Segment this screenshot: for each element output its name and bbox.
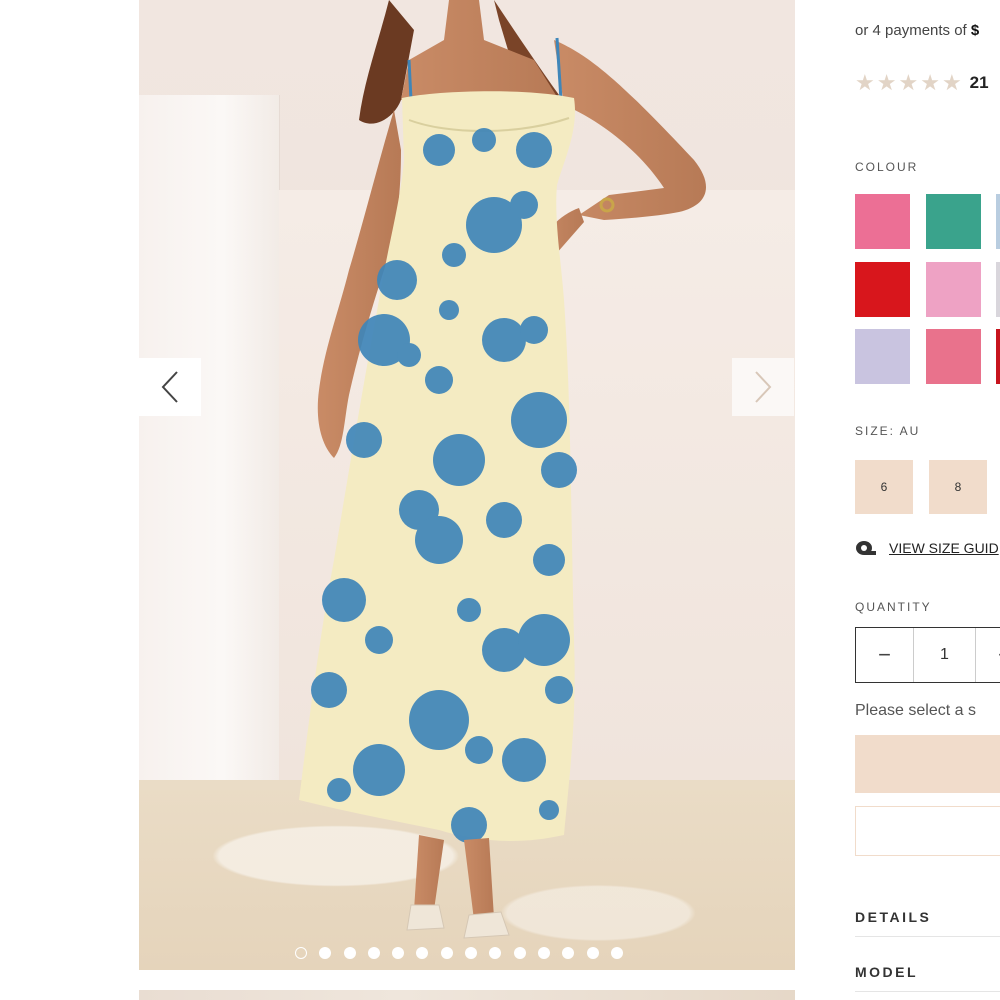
gallery-dot[interactable] <box>513 947 526 959</box>
gallery-dot[interactable] <box>319 947 332 959</box>
star-icon: ★ <box>941 70 962 95</box>
size-guide-link[interactable]: VIEW SIZE GUID <box>855 540 999 556</box>
swatch-pink-red-floral[interactable] <box>926 329 981 384</box>
colour-label: COLOUR <box>855 160 919 174</box>
quantity-increase-button[interactable]: + <box>976 628 1000 682</box>
swatch-red[interactable] <box>855 262 910 317</box>
quantity-stepper: − 1 + <box>855 627 1000 683</box>
star-icon: ★ <box>876 70 897 95</box>
details-accordion[interactable]: DETAILS <box>855 909 1000 925</box>
gallery-dot[interactable] <box>416 947 429 959</box>
quantity-input[interactable]: 1 <box>914 628 976 682</box>
gallery-dot[interactable] <box>343 947 356 959</box>
wishlist-button[interactable] <box>855 806 1000 856</box>
model-accordion[interactable]: MODEL <box>855 964 1000 980</box>
gallery-dot[interactable] <box>537 947 550 959</box>
size-label: SIZE: AU <box>855 424 921 438</box>
gallery-dot[interactable] <box>440 947 453 959</box>
gallery-dot[interactable] <box>465 947 478 959</box>
afterpay-text: or 4 payments of $ <box>855 22 979 39</box>
add-to-bag-button[interactable] <box>855 735 1000 793</box>
gallery-dot[interactable] <box>586 947 599 959</box>
product-image <box>299 0 706 939</box>
size-option-6[interactable]: 6 <box>855 460 913 514</box>
gallery-dot[interactable] <box>610 947 623 959</box>
gallery-dot[interactable] <box>562 947 575 959</box>
chevron-left-icon <box>161 371 178 403</box>
chevron-right-icon <box>755 371 772 403</box>
thumbnail-strip[interactable] <box>139 990 795 1000</box>
quantity-label: QUANTITY <box>855 600 932 614</box>
gallery-pagination <box>295 947 623 959</box>
swatch-grey[interactable] <box>996 262 1000 317</box>
swatch-green-floral[interactable] <box>926 194 981 249</box>
swatch-blue[interactable] <box>996 194 1000 249</box>
quantity-decrease-button[interactable]: − <box>856 628 914 682</box>
divider <box>855 936 1000 937</box>
rating[interactable]: ★ ★ ★ ★ ★ 21 <box>855 72 989 94</box>
size-option-8[interactable]: 8 <box>929 460 987 514</box>
star-icon: ★ <box>855 70 875 95</box>
gallery-dot[interactable] <box>367 947 380 959</box>
star-icon: ★ <box>920 70 940 95</box>
gallery-dot[interactable] <box>489 947 502 959</box>
swatch-light-pink[interactable] <box>926 262 981 317</box>
next-image-button[interactable] <box>732 358 794 416</box>
payments-amount: $ <box>970 22 980 39</box>
measuring-tape-icon <box>856 541 876 555</box>
size-guide-label: VIEW SIZE GUID <box>889 540 999 556</box>
size-warning-text: Please select a s <box>855 702 976 719</box>
product-info-panel: or 4 payments of $ ★ ★ ★ ★ ★ 21 COLOUR S… <box>855 0 1000 1000</box>
star-icon: ★ <box>898 70 919 95</box>
previous-image-button[interactable] <box>139 358 201 416</box>
gallery-dot[interactable] <box>392 947 405 959</box>
swatch-lilac-floral[interactable] <box>855 329 910 384</box>
swatch-dark-red[interactable] <box>996 329 1000 384</box>
gallery-dot[interactable] <box>295 947 307 959</box>
divider <box>855 991 1000 992</box>
product-gallery[interactable] <box>139 0 795 970</box>
payments-prefix: or 4 payments of <box>855 22 967 39</box>
review-count[interactable]: 21 <box>970 73 989 93</box>
swatch-pink-floral[interactable] <box>855 194 910 249</box>
